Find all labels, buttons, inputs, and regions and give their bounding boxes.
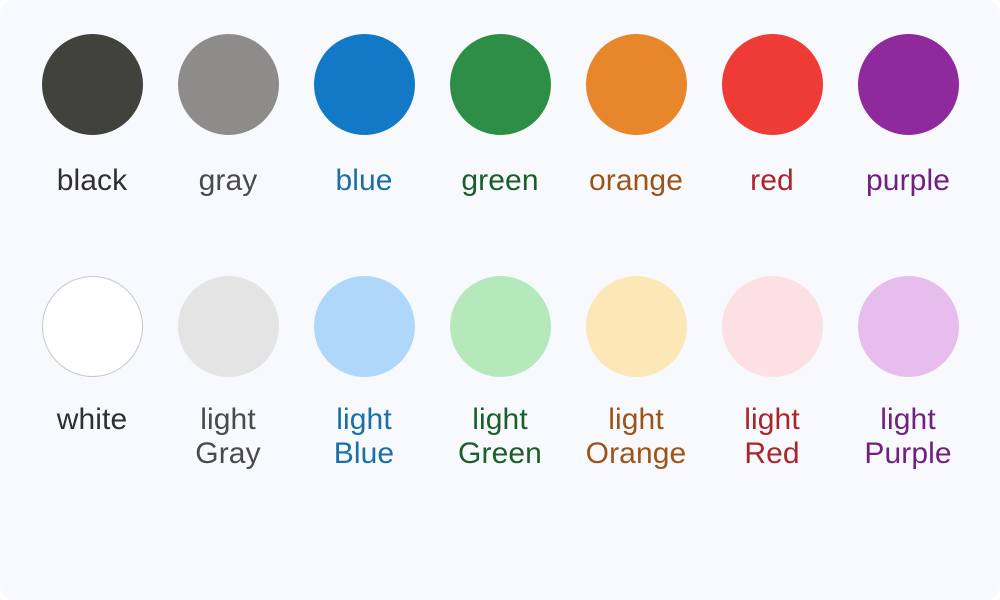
color-label-purple: purple xyxy=(866,164,950,197)
color-swatch-light-purple[interactable] xyxy=(857,276,959,378)
color-swatch-gray[interactable] xyxy=(177,34,279,135)
color-swatch-red[interactable] xyxy=(721,34,823,135)
swatch-cell[interactable]: light Orange xyxy=(568,276,704,471)
swatch-row-light-colors: white light Gray light Blue light Green … xyxy=(0,276,1000,471)
swatch-cell[interactable]: orange xyxy=(568,34,704,198)
color-label-orange: orange xyxy=(588,164,683,197)
swatch-cell[interactable]: white xyxy=(24,276,160,437)
color-label-blue: blue xyxy=(335,164,393,197)
color-label-light-red: light Red xyxy=(744,403,800,471)
swatch-cell[interactable]: light Purple xyxy=(840,276,976,471)
color-label-red: red xyxy=(750,164,794,197)
color-label-light-green: light Green xyxy=(458,403,542,471)
swatch-cell[interactable]: black xyxy=(24,34,160,198)
swatch-cell[interactable]: green xyxy=(432,34,568,198)
color-palette-card: black gray blue green orange red purple xyxy=(0,0,1000,600)
color-swatch-light-orange[interactable] xyxy=(585,276,687,378)
color-label-light-blue: light Blue xyxy=(333,403,395,471)
color-label-white: white xyxy=(56,403,128,437)
color-swatch-white[interactable] xyxy=(41,276,143,378)
color-label-light-gray: light Gray xyxy=(195,403,261,471)
color-swatch-light-green[interactable] xyxy=(449,276,551,378)
swatch-cell[interactable]: purple xyxy=(840,34,976,198)
color-label-light-orange: light Orange xyxy=(585,403,687,471)
color-swatch-orange[interactable] xyxy=(585,34,687,135)
color-swatch-blue[interactable] xyxy=(313,34,415,135)
color-label-black: black xyxy=(56,164,128,197)
swatch-cell[interactable]: light Gray xyxy=(160,276,296,471)
color-swatch-purple[interactable] xyxy=(857,34,959,135)
swatch-row-base-colors: black gray blue green orange red purple xyxy=(0,34,1000,198)
color-swatch-light-gray[interactable] xyxy=(177,276,279,378)
swatch-cell[interactable]: light Green xyxy=(432,276,568,471)
color-swatch-light-blue[interactable] xyxy=(313,276,415,378)
swatch-cell[interactable]: gray xyxy=(160,34,296,198)
color-swatch-green[interactable] xyxy=(449,34,551,135)
swatch-cell[interactable]: light Blue xyxy=(296,276,432,471)
color-swatch-black[interactable] xyxy=(41,34,143,135)
swatch-cell[interactable]: red xyxy=(704,34,840,198)
color-label-light-purple: light Purple xyxy=(864,403,952,471)
color-label-green: green xyxy=(461,164,539,197)
swatch-cell[interactable]: blue xyxy=(296,34,432,198)
swatch-cell[interactable]: light Red xyxy=(704,276,840,471)
color-label-gray: gray xyxy=(198,164,258,197)
color-swatch-light-red[interactable] xyxy=(721,276,823,378)
